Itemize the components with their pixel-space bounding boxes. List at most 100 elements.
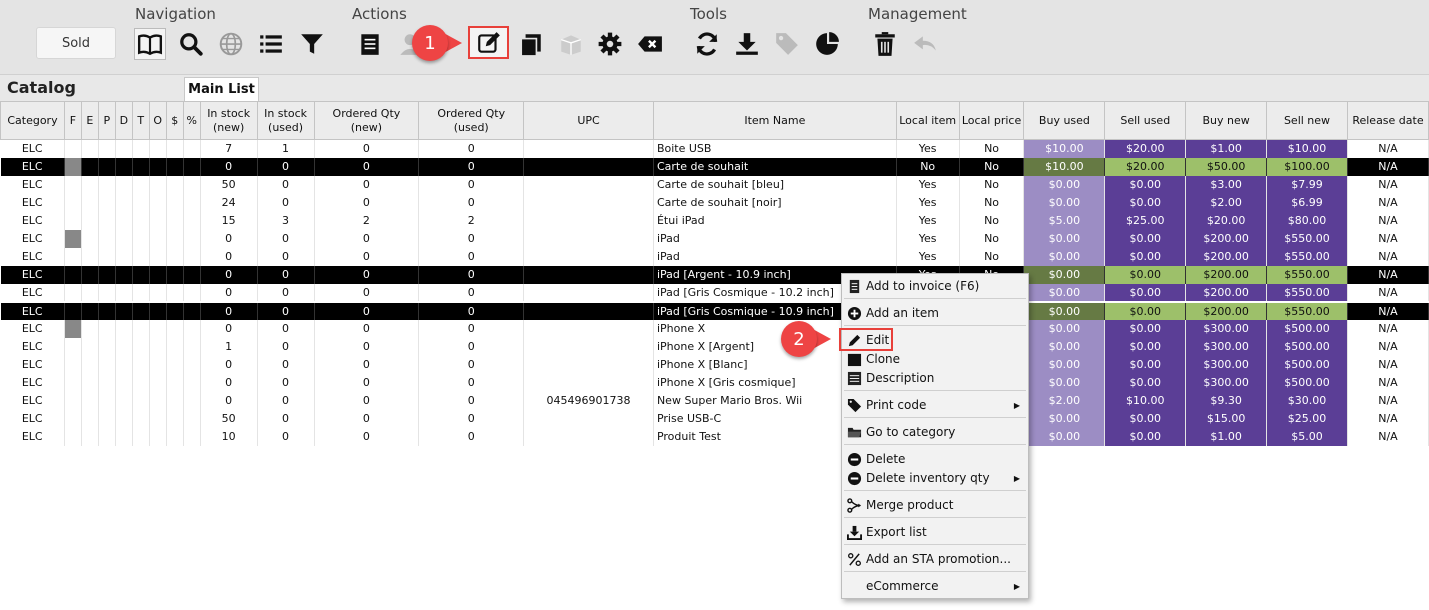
table-row[interactable]: ELC 0 0 0 0 iPad Yes No $0.00 $0.00 $200.00 $550.00…	[0, 229, 1429, 248]
menu-item-add-to-invoice-f6[interactable]: Add to invoice (F6)	[842, 276, 1028, 296]
cell-sn: 24	[200, 193, 258, 212]
cell-flag	[166, 427, 184, 446]
cell-su: 0	[257, 265, 315, 284]
cell-rd: N/A	[1347, 391, 1429, 410]
column-header[interactable]: Category	[0, 101, 65, 140]
filter-icon[interactable]	[296, 28, 328, 60]
column-header[interactable]: Ordered Qty (new)	[313, 101, 420, 140]
trash-icon[interactable]	[869, 28, 901, 60]
table-row[interactable]: ELC 0 0 0 0 Carte de souhait No No $10.00 $20.00 $…	[0, 157, 1429, 176]
column-header[interactable]: Item Name	[652, 101, 897, 140]
table-row[interactable]: ELC 50 0 0 0 Carte de souhait [bleu] Yes No $0.0…	[0, 175, 1429, 194]
tag-icon[interactable]	[771, 28, 803, 60]
cell-rd: N/A	[1347, 247, 1429, 266]
globe-icon[interactable]	[215, 28, 247, 60]
tab-main-list[interactable]: Main List	[184, 77, 259, 101]
copy-icon[interactable]	[515, 28, 547, 60]
menu-item-add-an-item[interactable]: Add an item	[842, 303, 1028, 323]
column-header[interactable]: %	[182, 101, 201, 140]
cell-flag	[115, 337, 133, 356]
cell-sn: 0	[200, 355, 258, 374]
column-header[interactable]: In stock (used)	[256, 101, 315, 140]
column-header[interactable]: D	[114, 101, 133, 140]
catalog-table: Category F E P D T O $% In stock (new) In stock (…	[0, 101, 1429, 446]
cell-cat: ELC	[0, 139, 65, 158]
table-row[interactable]: ELC0000iPhone X [Gris cosmique]YesNo$0.0…	[0, 373, 1429, 392]
menu-item-ecommerce[interactable]: eCommerce ▶	[842, 576, 1028, 596]
table-row[interactable]: ELC0000iPad [Gris Cosmique - 10.2 inch]Y…	[0, 283, 1429, 302]
page-title: Catalog	[7, 78, 76, 97]
menu-item-go-to-category[interactable]: Go to category	[842, 422, 1028, 442]
table-row[interactable]: ELC0000iPhone X [Blanc]YesNo$0.00$0.00$3…	[0, 355, 1429, 374]
cell-flag	[81, 175, 99, 194]
refresh-icon[interactable]	[691, 28, 723, 60]
column-header[interactable]: $	[165, 101, 184, 140]
column-header[interactable]: UPC	[523, 101, 654, 140]
cell-flag	[115, 391, 133, 410]
menu-item-export-list[interactable]: Export list	[842, 522, 1028, 542]
column-header[interactable]: Local price	[958, 101, 1025, 140]
table-row[interactable]: ELC 0 0 0 0 iPad Yes No $0.00 $0.00 $200.00 $550.00…	[0, 247, 1429, 266]
undo-icon[interactable]	[909, 28, 941, 60]
table-row[interactable]: ELC0000iPad [Argent - 10.9 inch]YesNo$0.…	[0, 265, 1429, 284]
column-header[interactable]: Ordered Qty (used)	[418, 101, 525, 140]
column-header[interactable]: O	[148, 101, 167, 140]
menu-item-print-code[interactable]: Print code ▶	[842, 395, 1028, 415]
cell-bn: $15.00	[1185, 409, 1268, 428]
cell-sn: 0	[200, 283, 258, 302]
menu-item-add-an-sta-promotion[interactable]: Add an STA promotion...	[842, 549, 1028, 569]
menu-item-clone[interactable]: Clone	[842, 349, 1028, 369]
column-header[interactable]: P	[97, 101, 116, 140]
table-row[interactable]: ELC 7 1 0 0 Boite USB Yes No $10.00 $20.00 $1.00 $1…	[0, 139, 1429, 158]
cell-flag	[115, 175, 133, 194]
gear-icon[interactable]	[594, 28, 626, 60]
column-header[interactable]: Release date	[1346, 101, 1429, 140]
cell-rd: N/A	[1347, 355, 1429, 374]
list-icon[interactable]	[255, 28, 287, 60]
column-header[interactable]: T	[131, 101, 150, 140]
table-row[interactable]: ELC10000Produit TestYesNo$0.00$0.00$1.00…	[0, 427, 1429, 446]
sold-button[interactable]: Sold	[36, 27, 116, 59]
cell-flag	[166, 337, 184, 356]
column-header[interactable]: Buy used	[1023, 101, 1106, 140]
menu-item-description[interactable]: Description	[842, 368, 1028, 388]
column-header[interactable]: Local item	[895, 101, 960, 140]
table-row[interactable]: ELC50000Prise USB-CYesNo$0.00$0.00$15.00…	[0, 409, 1429, 428]
menu-item-label: Merge product	[866, 498, 954, 512]
group-label-navigation: Navigation	[135, 5, 216, 23]
table-row[interactable]: ELC0000iPad [Gris Cosmique - 10.9 inch]Y…	[0, 300, 1429, 320]
column-header[interactable]: Buy new	[1185, 101, 1268, 140]
table-row[interactable]: ELC 0 0 0 0 045496901738 New Super Mario Bros.…	[0, 391, 1429, 410]
cell-upc: 045496901738	[523, 391, 654, 410]
box-icon[interactable]	[555, 28, 587, 60]
backspace-icon[interactable]	[634, 28, 666, 60]
cell-on: 2	[314, 211, 420, 230]
column-header[interactable]: Sell used	[1104, 101, 1187, 140]
download-icon[interactable]	[731, 28, 763, 60]
menu-item-merge-product[interactable]: Merge product	[842, 495, 1028, 515]
catalog-book-icon[interactable]	[134, 28, 166, 60]
cell-bn: $200.00	[1185, 283, 1268, 302]
pie-chart-icon[interactable]	[811, 28, 843, 60]
cell-rd: N/A	[1347, 211, 1429, 230]
column-header[interactable]: In stock (new)	[199, 101, 258, 140]
notepad-icon[interactable]	[354, 28, 386, 60]
column-header[interactable]: E	[80, 101, 99, 140]
cell-rd: N/A	[1347, 409, 1429, 428]
menu-item-delete-inventory-qty[interactable]: Delete inventory qty ▶	[842, 468, 1028, 488]
table-row[interactable]: ELC0000iPhone XYesNo$0.00$0.00$300.00$50…	[0, 319, 1429, 338]
cell-on: 0	[314, 175, 420, 194]
cell-su: 0	[257, 409, 315, 428]
column-header[interactable]: Sell new	[1266, 101, 1348, 140]
cell-lp: No	[959, 139, 1025, 158]
cell-flag	[64, 319, 82, 338]
edit-toolbar-button[interactable]	[468, 26, 509, 59]
column-header[interactable]: F	[63, 101, 82, 140]
table-row[interactable]: ELC 24 0 0 0 Carte de souhait [noir] Yes No $0.0…	[0, 193, 1429, 212]
search-icon[interactable]	[175, 28, 207, 60]
table-row[interactable]: ELC1000iPhone X [Argent]YesNo$0.00$0.00$…	[0, 337, 1429, 356]
table-row[interactable]: ELC 15 3 2 2 Étui iPad Yes No $5.00 $25.00 $20.00 $…	[0, 211, 1429, 230]
cell-upc	[523, 229, 654, 248]
menu-item-delete[interactable]: Delete	[842, 449, 1028, 469]
cell-sn2: $500.00	[1266, 319, 1348, 338]
